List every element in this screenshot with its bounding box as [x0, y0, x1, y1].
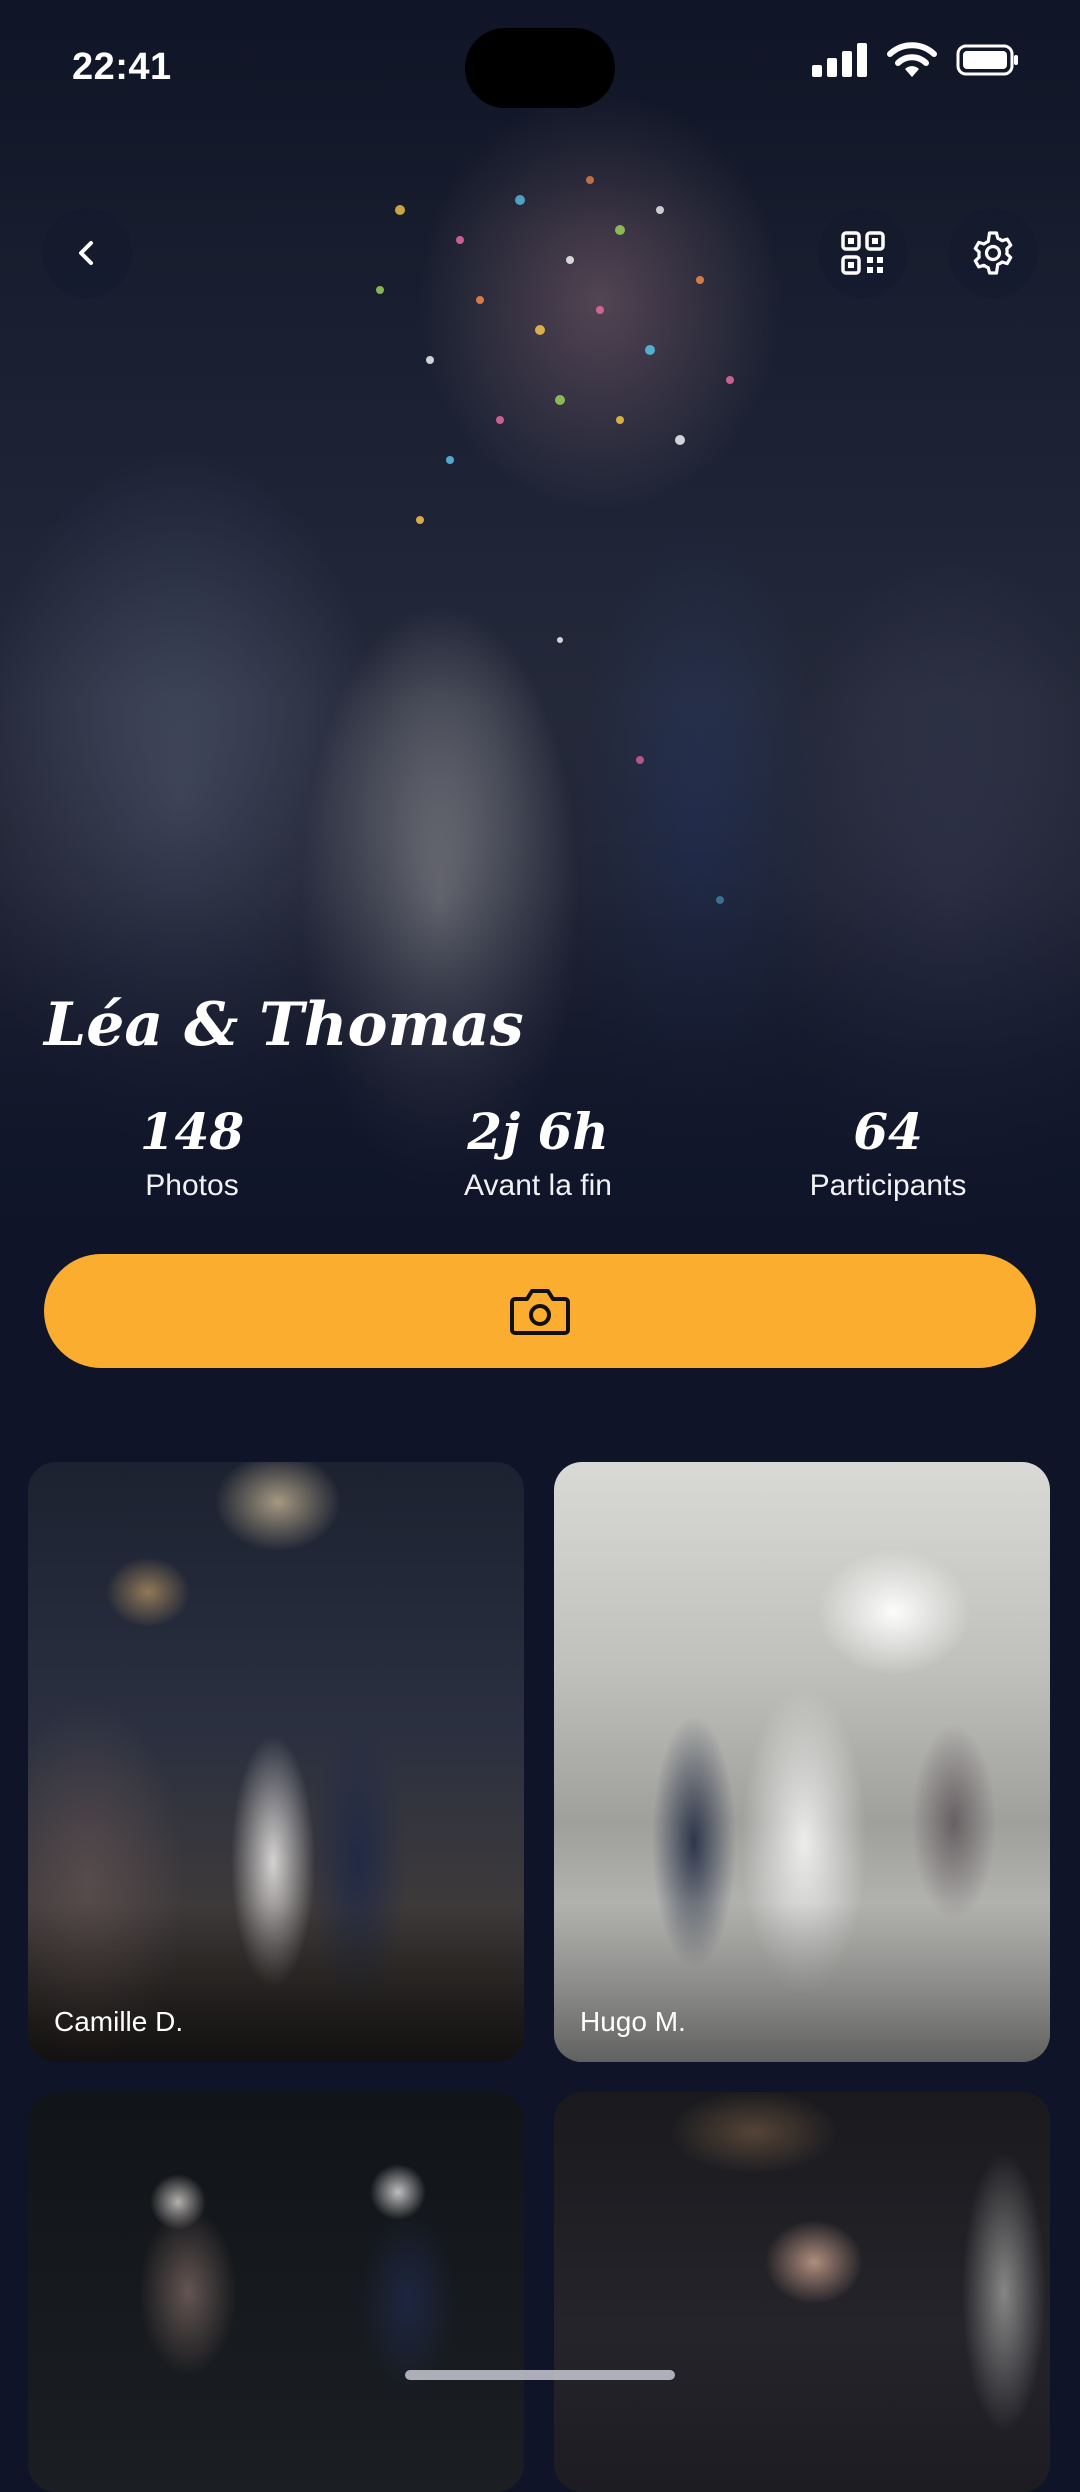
photo-card[interactable]: Camille D. — [28, 1462, 524, 2062]
home-indicator — [405, 2370, 675, 2380]
status-bar: 22:41 — [0, 0, 1080, 140]
stat-time-remaining: 2j 6h Avant la fin — [388, 1102, 688, 1206]
back-button[interactable] — [42, 208, 132, 298]
stat-value: 2j 6h — [467, 1102, 609, 1161]
status-time: 22:41 — [72, 46, 172, 88]
stat-label: Photos — [145, 1169, 239, 1202]
stat-value: 64 — [853, 1102, 923, 1161]
status-icons — [812, 40, 1020, 80]
card-gradient — [28, 1902, 524, 2062]
stat-label: Participants — [809, 1169, 967, 1202]
take-photo-button[interactable] — [44, 1254, 1036, 1368]
stat-participants: 64 Participants — [738, 1102, 1038, 1206]
wifi-icon — [887, 42, 937, 77]
chevron-left-icon — [79, 241, 93, 265]
camera-icon — [510, 1289, 570, 1335]
battery-icon — [956, 44, 1018, 76]
qr-code-icon — [841, 231, 885, 275]
photo-author: Hugo M. — [580, 2006, 686, 2037]
dynamic-island — [465, 28, 615, 108]
qr-code-button[interactable] — [818, 208, 908, 298]
signal-icon — [812, 43, 867, 77]
photo-card[interactable] — [28, 2092, 524, 2492]
settings-button[interactable] — [948, 208, 1038, 298]
gear-icon — [973, 231, 1013, 275]
stat-label: Avant la fin — [464, 1169, 612, 1202]
couple-title: Léa & Thomas — [44, 990, 524, 1060]
stat-photos: 148 Photos — [42, 1102, 342, 1206]
stat-value: 148 — [139, 1102, 245, 1161]
hero-gradient-overlay — [0, 0, 1080, 1270]
photo-card[interactable] — [554, 2092, 1050, 2492]
card-gradient — [554, 1902, 1050, 2062]
photo-card[interactable]: Hugo M. — [554, 1462, 1050, 2062]
photo-author: Camille D. — [54, 2006, 184, 2037]
